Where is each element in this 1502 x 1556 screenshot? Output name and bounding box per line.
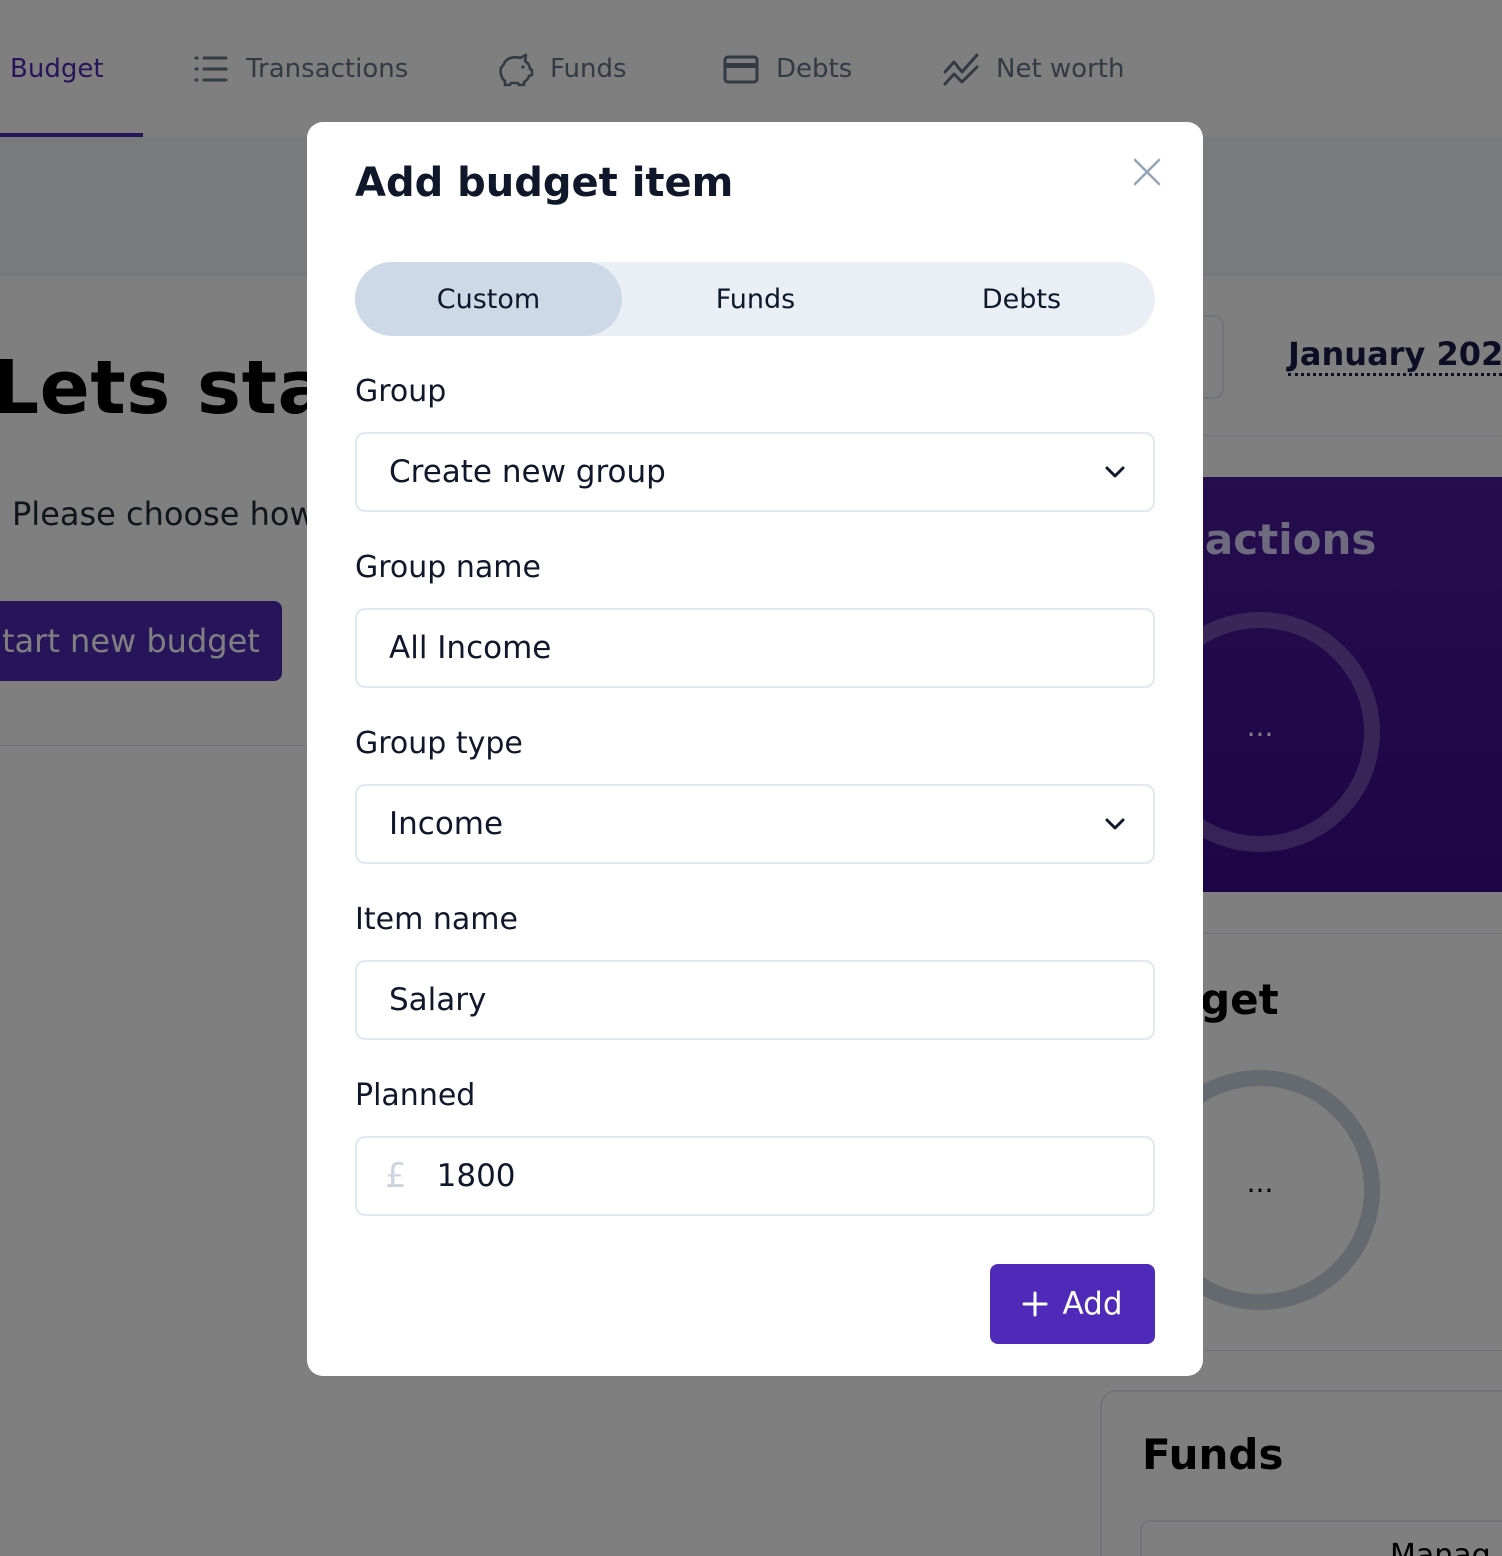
group-type-select[interactable]: Income: [355, 784, 1155, 864]
add-button-label: Add: [1062, 1286, 1123, 1322]
close-icon: [1133, 158, 1161, 186]
item-name-input[interactable]: Salary: [355, 960, 1155, 1040]
add-button[interactable]: Add: [990, 1264, 1155, 1344]
add-budget-item-dialog: Add budget item Custom Funds Debts Group…: [307, 122, 1203, 1376]
group-type-label: Group type: [355, 726, 523, 761]
plus-icon: [1022, 1291, 1048, 1317]
tab-funds[interactable]: Funds: [622, 262, 889, 336]
planned-amount-value: 1800: [436, 1158, 516, 1194]
group-name-input[interactable]: All Income: [355, 608, 1155, 688]
group-name-value: All Income: [389, 630, 552, 666]
tab-custom[interactable]: Custom: [355, 262, 622, 336]
planned-amount-input[interactable]: £ 1800: [355, 1136, 1155, 1216]
chevron-down-icon: [1105, 466, 1125, 478]
group-select-value: Create new group: [389, 454, 666, 490]
dialog-title: Add budget item: [355, 160, 734, 206]
currency-symbol: £: [385, 1156, 407, 1196]
close-button[interactable]: [1127, 152, 1167, 192]
item-name-value: Salary: [389, 982, 487, 1018]
group-type-value: Income: [389, 806, 504, 842]
chevron-down-icon: [1105, 818, 1125, 830]
tab-debts[interactable]: Debts: [888, 262, 1155, 336]
group-name-label: Group name: [355, 550, 541, 585]
item-name-label: Item name: [355, 902, 518, 937]
group-select[interactable]: Create new group: [355, 432, 1155, 512]
app-page: Budget Transactions Funds: [0, 0, 1502, 1556]
group-label: Group: [355, 374, 447, 409]
item-source-segmented-control: Custom Funds Debts: [355, 262, 1155, 336]
planned-label: Planned: [355, 1078, 476, 1113]
